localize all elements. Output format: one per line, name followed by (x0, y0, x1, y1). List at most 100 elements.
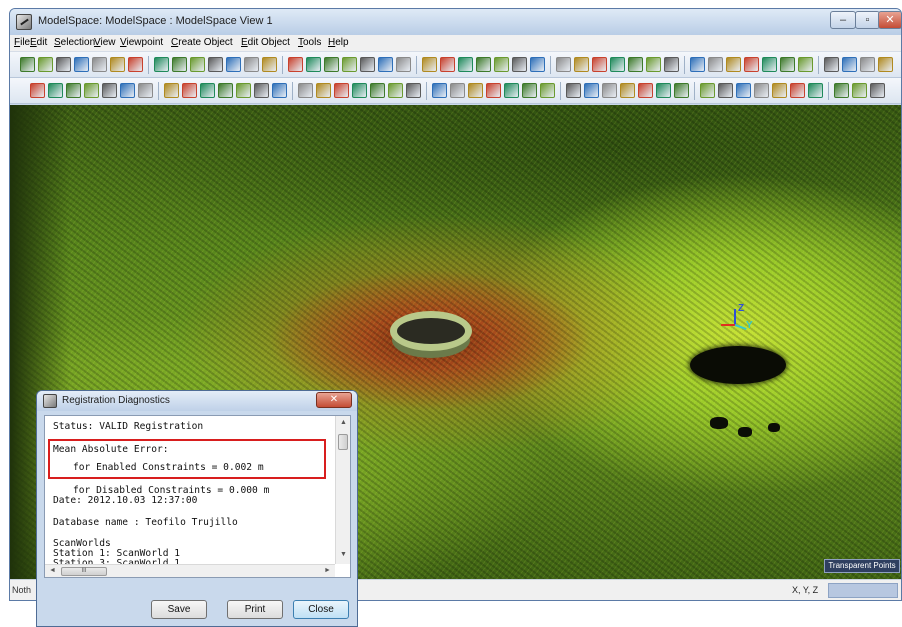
toolbar-tool-icon[interactable] (522, 83, 537, 98)
toolbar-tool-icon[interactable] (172, 57, 187, 72)
toolbar-tool-icon[interactable] (298, 83, 313, 98)
toolbar-tool-icon[interactable] (744, 57, 759, 72)
toolbar-tool-icon[interactable] (38, 57, 53, 72)
toolbar-tool-icon[interactable] (584, 83, 599, 98)
toolbar-tool-icon[interactable] (396, 57, 411, 72)
toolbar-tool-icon[interactable] (208, 57, 223, 72)
toolbar-tool-icon[interactable] (164, 83, 179, 98)
maximize-button[interactable]: ▫ (855, 11, 880, 29)
diagnostics-text-area[interactable]: Status: VALID Registration Mean Absolute… (44, 415, 351, 578)
menu-create-object[interactable]: Create Object (171, 37, 233, 48)
toolbar-tool-icon[interactable] (486, 83, 501, 98)
close-window-button[interactable]: ✕ (878, 11, 901, 29)
toolbar-tool-icon[interactable] (674, 83, 689, 98)
toolbar-tool-icon[interactable] (66, 83, 81, 98)
toolbar-tool-icon[interactable] (726, 57, 741, 72)
toolbar-tool-icon[interactable] (334, 83, 349, 98)
toolbar-tool-icon[interactable] (690, 57, 705, 72)
toolbar-tool-icon[interactable] (870, 83, 885, 98)
toolbar-tool-icon[interactable] (406, 83, 421, 98)
toolbar-tool-icon[interactable] (458, 57, 473, 72)
toolbar-tool-icon[interactable] (236, 83, 251, 98)
toolbar-tool-icon[interactable] (628, 57, 643, 72)
toolbar-tool-icon[interactable] (494, 57, 509, 72)
toolbar-tool-icon[interactable] (56, 57, 71, 72)
toolbar-tool-icon[interactable] (388, 83, 403, 98)
toolbar-tool-icon[interactable] (718, 83, 733, 98)
toolbar-tool-icon[interactable] (138, 83, 153, 98)
toolbar-tool-icon[interactable] (530, 57, 545, 72)
menu-edit[interactable]: Edit (30, 37, 47, 48)
toolbar-tool-icon[interactable] (422, 57, 437, 72)
toolbar-tool-icon[interactable] (450, 83, 465, 98)
horizontal-scroll-thumb[interactable]: III (61, 567, 107, 576)
menu-view[interactable]: View (94, 37, 116, 48)
toolbar-tool-icon[interactable] (48, 83, 63, 98)
toolbar-tool-icon[interactable] (244, 57, 259, 72)
menu-help[interactable]: Help (328, 37, 349, 48)
horizontal-scrollbar[interactable]: ◄ III ► (45, 564, 335, 577)
toolbar-tool-icon[interactable] (602, 83, 617, 98)
toolbar-tool-icon[interactable] (324, 57, 339, 72)
toolbar-tool-icon[interactable] (84, 83, 99, 98)
menu-edit-object[interactable]: Edit Object (241, 37, 290, 48)
toolbar-tool-icon[interactable] (92, 57, 107, 72)
toolbar-tool-icon[interactable] (790, 83, 805, 98)
scroll-right-icon[interactable]: ► (324, 567, 331, 574)
minimize-button[interactable]: – (830, 11, 856, 29)
scroll-down-icon[interactable]: ▼ (340, 551, 347, 558)
toolbar-tool-icon[interactable] (754, 83, 769, 98)
toolbar-tool-icon[interactable] (852, 83, 867, 98)
toolbar-tool-icon[interactable] (638, 83, 653, 98)
toolbar-tool-icon[interactable] (190, 57, 205, 72)
menu-tools[interactable]: Tools (298, 37, 321, 48)
toolbar-tool-icon[interactable] (772, 83, 787, 98)
toolbar-tool-icon[interactable] (74, 57, 89, 72)
dialog-title-bar[interactable]: Registration Diagnostics ✕ (37, 391, 357, 411)
toolbar-tool-icon[interactable] (128, 57, 143, 72)
scroll-left-icon[interactable]: ◄ (49, 567, 56, 574)
toolbar-tool-icon[interactable] (842, 57, 857, 72)
toolbar-tool-icon[interactable] (154, 57, 169, 72)
toolbar-tool-icon[interactable] (30, 83, 45, 98)
toolbar-tool-icon[interactable] (834, 83, 849, 98)
menu-selection[interactable]: Selection (54, 37, 95, 48)
toolbar-tool-icon[interactable] (566, 83, 581, 98)
save-button[interactable]: Save (151, 600, 207, 619)
vertical-scrollbar[interactable]: ▲ ▼ (335, 416, 350, 564)
toolbar-tool-icon[interactable] (110, 57, 125, 72)
toolbar-tool-icon[interactable] (860, 57, 875, 72)
toolbar-tool-icon[interactable] (200, 83, 215, 98)
menu-viewpoint[interactable]: Viewpoint (120, 37, 163, 48)
close-button[interactable]: Close (293, 600, 349, 619)
toolbar-tool-icon[interactable] (226, 57, 241, 72)
dialog-close-x-button[interactable]: ✕ (316, 392, 352, 408)
toolbar-tool-icon[interactable] (762, 57, 777, 72)
toolbar-tool-icon[interactable] (102, 83, 117, 98)
toolbar-tool-icon[interactable] (512, 57, 527, 72)
toolbar-tool-icon[interactable] (592, 57, 607, 72)
toolbar-tool-icon[interactable] (288, 57, 303, 72)
toolbar-tool-icon[interactable] (370, 83, 385, 98)
toolbar-tool-icon[interactable] (316, 83, 331, 98)
toolbar-tool-icon[interactable] (120, 83, 135, 98)
toolbar-tool-icon[interactable] (378, 57, 393, 72)
toolbar-tool-icon[interactable] (254, 83, 269, 98)
toolbar-tool-icon[interactable] (504, 83, 519, 98)
toolbar-tool-icon[interactable] (878, 57, 893, 72)
scroll-up-icon[interactable]: ▲ (340, 419, 347, 426)
toolbar-tool-icon[interactable] (646, 57, 661, 72)
toolbar-tool-icon[interactable] (342, 57, 357, 72)
toolbar-tool-icon[interactable] (664, 57, 679, 72)
transparent-points-button[interactable]: Transparent Points (824, 559, 900, 573)
menu-file[interactable]: File (14, 37, 30, 48)
toolbar-tool-icon[interactable] (824, 57, 839, 72)
toolbar-tool-icon[interactable] (476, 57, 491, 72)
print-button[interactable]: Print (227, 600, 283, 619)
toolbar-tool-icon[interactable] (306, 57, 321, 72)
toolbar-tool-icon[interactable] (798, 57, 813, 72)
toolbar-tool-icon[interactable] (432, 83, 447, 98)
toolbar-tool-icon[interactable] (700, 83, 715, 98)
toolbar-tool-icon[interactable] (218, 83, 233, 98)
toolbar-tool-icon[interactable] (610, 57, 625, 72)
